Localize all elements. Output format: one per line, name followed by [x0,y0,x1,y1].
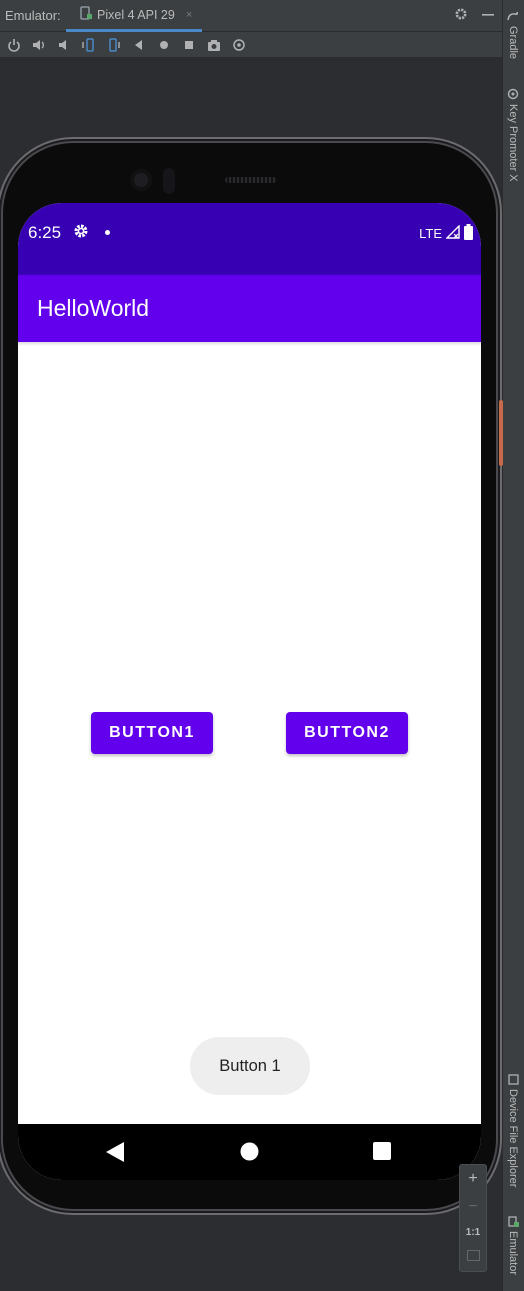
app-bar-shadow [18,342,481,346]
toast-message: Button 1 [190,1037,310,1095]
notification-dot-icon [105,230,110,235]
back-icon[interactable] [131,37,147,53]
side-tab-key-promoter-label: Key Promoter X [507,104,519,182]
speaker-grille [225,177,277,183]
tab-pixel-4-api-29[interactable]: Pixel 4 API 29 × [66,0,202,32]
snapshot-icon[interactable] [231,37,247,53]
camera-icon [130,169,152,191]
side-tab-emulator-label: Emulator [507,1231,519,1276]
zoom-controls: + − 1:1 [459,1164,487,1272]
volume-up-icon[interactable] [31,37,47,53]
key-promoter-icon [507,88,519,100]
device-screen: 6:25 LTE HelloWorld BUTTON1 BUTTON2 Butt… [18,203,481,1180]
phone-frame: 6:25 LTE HelloWorld BUTTON1 BUTTON2 Butt… [3,143,503,1209]
emulator-icon [507,1216,519,1227]
side-tab-device-file-explorer-label: Device File Explorer [507,1089,519,1188]
gradle-icon [507,10,519,22]
status-bar: 6:25 LTE [18,203,481,275]
screenshot-icon[interactable] [206,37,222,53]
zoom-out-button[interactable]: − [468,1198,477,1216]
settings-notification-icon [73,223,89,244]
signal-icon [445,224,460,242]
button2[interactable]: BUTTON2 [286,712,408,754]
overview-icon[interactable] [181,37,197,53]
button1[interactable]: BUTTON1 [91,712,213,754]
nav-overview-icon[interactable] [373,1142,391,1164]
status-time: 6:25 [28,223,62,242]
side-tab-device-file-explorer[interactable]: Device File Explorer [502,1070,524,1198]
emulator-toolbar [0,32,502,58]
zoom-one-to-one-button[interactable]: 1:1 [466,1227,480,1238]
app-bar: HelloWorld [18,275,481,342]
power-icon[interactable] [6,37,22,53]
battery-icon [464,224,473,243]
volume-down-icon[interactable] [56,37,72,53]
side-tab-emulator[interactable]: Emulator [502,1212,524,1288]
navigation-bar [18,1124,481,1180]
device-icon [507,1074,519,1085]
emulator-tab-bar: Emulator: Pixel 4 API 29 × [0,0,502,32]
app-title: HelloWorld [37,295,150,321]
device-icon [80,6,92,23]
network-type: LTE [419,226,442,241]
side-tab-key-promoter[interactable]: Key Promoter X [502,84,524,194]
nav-home-icon[interactable] [240,1142,259,1165]
power-side-button[interactable] [499,400,503,466]
tab-label: Pixel 4 API 29 [97,7,175,22]
fit-screen-icon[interactable] [466,1248,480,1266]
close-icon[interactable]: × [186,9,192,21]
side-tab-gradle-label: Gradle [507,26,519,60]
right-tool-window-bar: Gradle Key Promoter X Device File Explor… [502,0,524,1291]
minimize-icon[interactable] [482,7,494,24]
nav-back-icon[interactable] [106,1142,124,1166]
emulator-panel-title: Emulator: [5,8,61,23]
rotate-left-icon[interactable] [81,37,97,53]
zoom-in-button[interactable]: + [468,1170,477,1188]
side-tab-gradle[interactable]: Gradle [502,6,524,76]
rotate-right-icon[interactable] [106,37,122,53]
home-icon[interactable] [156,37,172,53]
gear-icon[interactable] [454,7,468,24]
sensor-icon [163,168,175,194]
